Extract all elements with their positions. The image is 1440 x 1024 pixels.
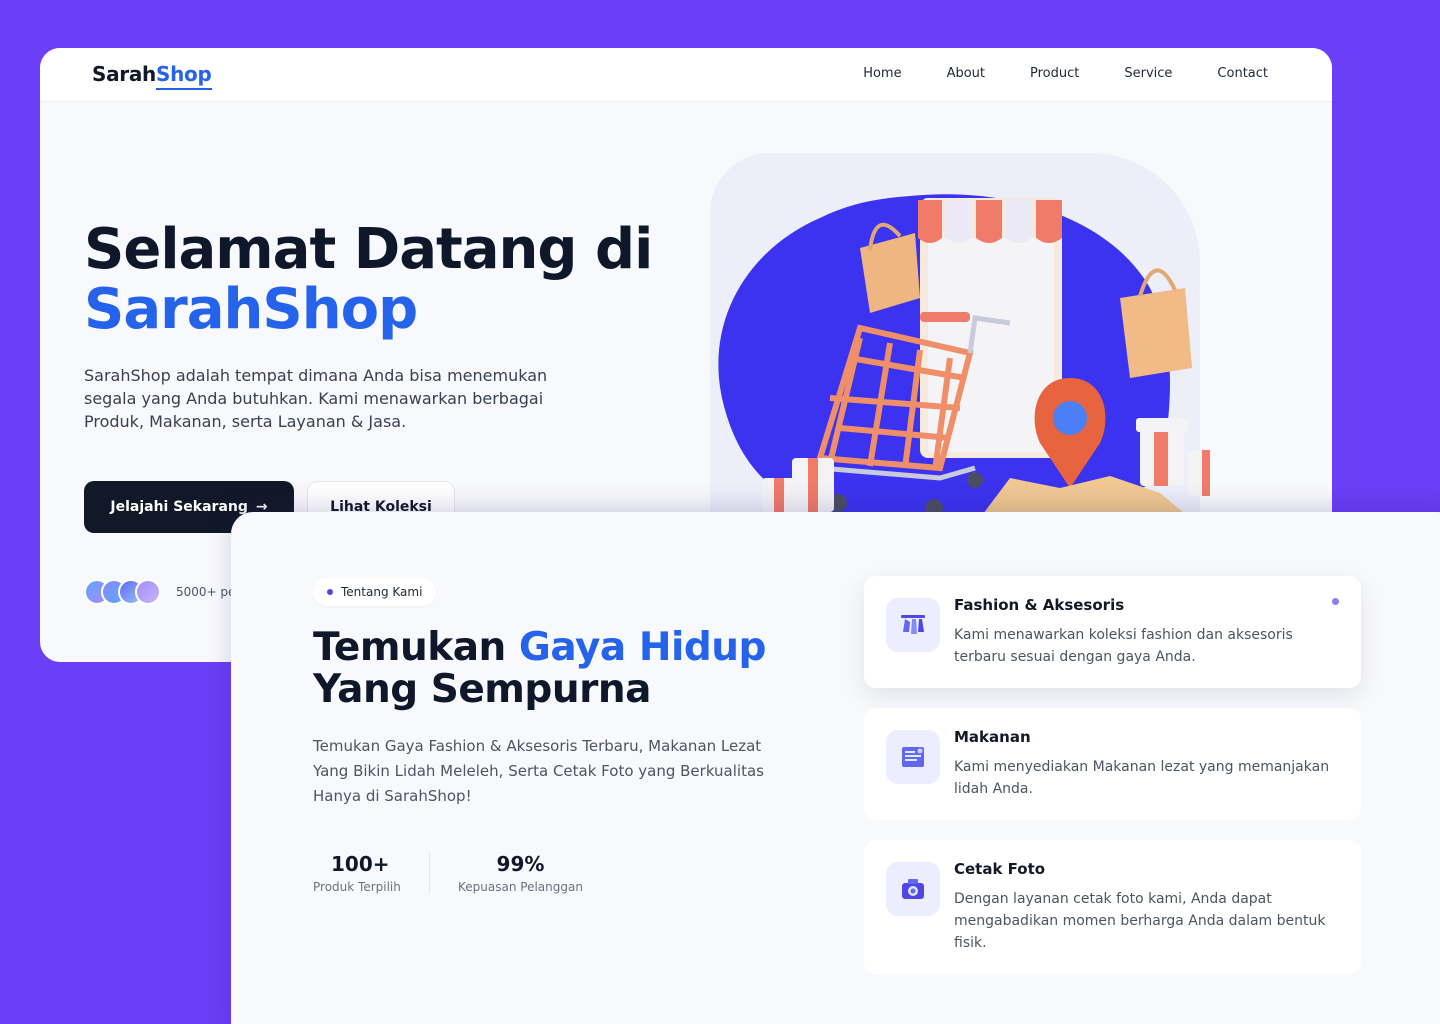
service-description: Kami menyediakan Makanan lezat yang mema… <box>954 759 1330 797</box>
camera-print-icon <box>886 862 940 916</box>
stat-products-value: 100+ <box>331 852 390 876</box>
about-badge-label: Tentang Kami <box>341 585 423 599</box>
badge-dot-icon <box>327 589 333 595</box>
service-title: Fashion & Aksesoris <box>954 596 1125 614</box>
logo-text-sarah: Sarah <box>92 62 156 86</box>
nav-link-home[interactable]: Home <box>863 66 901 81</box>
hero-description: SarahShop adalah tempat dimana Anda bisa… <box>84 366 548 431</box>
service-title: Makanan <box>954 728 1031 746</box>
service-card-food[interactable]: Makanan Kami menyediakan Makanan lezat y… <box>864 708 1361 820</box>
logo-text-shop: Shop <box>156 62 212 90</box>
avatar <box>135 579 161 605</box>
stat-satisfaction: 99% Kepuasan Pelanggan <box>458 852 583 894</box>
service-card-photo[interactable]: Cetak Foto Dengan layanan cetak foto kam… <box>864 840 1361 974</box>
service-title: Cetak Foto <box>954 860 1046 878</box>
explore-now-label: Jelajahi Sekarang <box>110 499 248 515</box>
logo[interactable]: SarahShop <box>92 62 212 90</box>
about-title-part1: Temukan <box>313 625 519 670</box>
about-title: Temukan Gaya Hidup Yang Sempurna <box>313 627 833 711</box>
service-list: Fashion & Aksesoris Kami menawarkan kole… <box>864 576 1361 994</box>
about-title-accent: Gaya Hidup <box>518 625 767 670</box>
stat-products-label: Produk Terpilih <box>313 880 401 894</box>
stats-row: 100+ Produk Terpilih 99% Kepuasan Pelang… <box>313 852 583 894</box>
nav-link-about[interactable]: About <box>947 66 985 81</box>
stat-satisfaction-value: 99% <box>496 852 545 876</box>
service-description: Kami menawarkan koleksi fashion dan akse… <box>954 627 1293 665</box>
customer-avatars <box>84 579 161 605</box>
nav-menu: Home About Product Service Contact <box>818 66 1268 81</box>
nav-link-contact[interactable]: Contact <box>1217 66 1268 81</box>
social-proof-text: 5000+ pe <box>176 585 236 599</box>
about-title-part2: Yang Sempurna <box>313 667 651 712</box>
food-menu-icon <box>886 730 940 784</box>
about-description: Temukan Gaya Fashion & Aksesoris Terbaru… <box>313 737 764 805</box>
nav-link-product[interactable]: Product <box>1030 66 1079 81</box>
active-indicator-dot <box>1332 598 1339 605</box>
service-description: Dengan layanan cetak foto kami, Anda dap… <box>954 891 1326 951</box>
hero-title-brand: SarahShop <box>84 277 418 342</box>
about-section-card: Tentang Kami Temukan Gaya Hidup Yang Sem… <box>231 512 1440 1024</box>
hero-title: Selamat Datang di SarahShop <box>84 217 653 342</box>
navbar: SarahShop Home About Product Service Con… <box>40 48 1332 102</box>
shopping-illustration <box>718 194 1210 518</box>
stats-divider <box>429 852 430 894</box>
stat-products: 100+ Produk Terpilih <box>313 852 401 894</box>
about-badge: Tentang Kami <box>313 578 437 606</box>
stat-satisfaction-label: Kepuasan Pelanggan <box>458 880 583 894</box>
hero-title-line1: Selamat Datang di <box>84 217 653 282</box>
nav-link-service[interactable]: Service <box>1124 66 1172 81</box>
service-card-fashion[interactable]: Fashion & Aksesoris Kami menawarkan kole… <box>864 576 1361 688</box>
clothes-rack-icon <box>886 598 940 652</box>
